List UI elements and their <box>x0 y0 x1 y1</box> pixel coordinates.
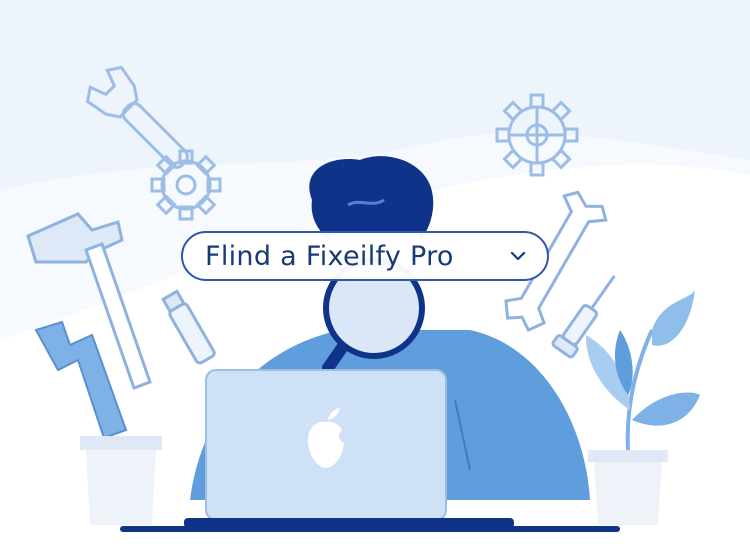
gear-icon <box>495 93 579 177</box>
gear-icon <box>150 149 222 221</box>
plant-pot-icon <box>588 450 668 525</box>
find-pro-dropdown[interactable]: Flind a Fixeilfy Pro <box>181 231 549 281</box>
illustration-scene: Flind a Fixeilfy Pro <box>0 0 750 556</box>
plant-pot-icon <box>80 436 162 525</box>
chevron-down-icon <box>507 245 529 267</box>
find-pro-label: Flind a Fixeilfy Pro <box>205 240 454 272</box>
